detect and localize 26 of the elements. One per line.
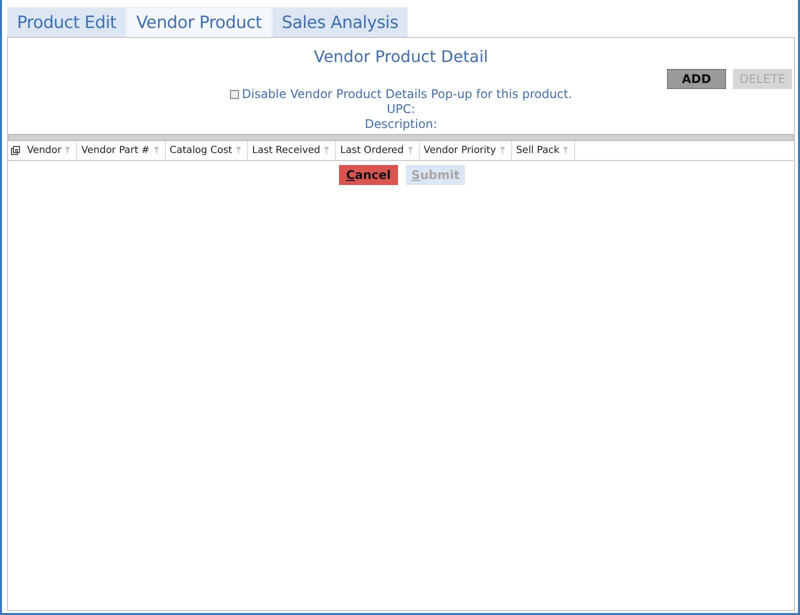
filter-icon[interactable] <box>324 146 332 154</box>
column-header[interactable]: Vendor Priority <box>424 145 496 156</box>
filter-icon[interactable] <box>408 146 415 154</box>
filter-icon[interactable] <box>500 146 508 154</box>
checkbox[interactable] <box>230 90 239 99</box>
filter-icon[interactable] <box>65 146 72 154</box>
field-label: UPC: <box>386 102 416 117</box>
checkbox-label: Disable Vendor Product Details Pop-up for this product. <box>242 87 572 102</box>
filter-icon[interactable] <box>154 146 161 154</box>
panel-title: Vendor Product Detail <box>312 46 490 68</box>
column-chooser-icon[interactable] <box>11 146 20 155</box>
column-header[interactable]: Last Received <box>252 145 320 156</box>
column-header[interactable]: Sell Pack <box>516 145 560 156</box>
cancel-button[interactable]: Cancel <box>339 165 398 185</box>
column-header[interactable]: Last Ordered <box>340 145 404 156</box>
field-label: Description: <box>364 117 438 132</box>
column-header[interactable]: Catalog Cost <box>170 145 232 156</box>
filter-icon[interactable] <box>236 146 244 154</box>
action-button[interactable]: ADD <box>667 69 726 89</box>
tab[interactable]: Sales Analysis <box>272 7 408 37</box>
column-header[interactable]: Vendor <box>27 145 62 156</box>
column-header[interactable]: Vendor Part # <box>81 145 150 156</box>
splitter-bar[interactable] <box>8 134 794 141</box>
filter-icon[interactable] <box>563 146 570 154</box>
tab[interactable]: Vendor Product <box>126 7 272 37</box>
tab[interactable]: Product Edit <box>7 7 126 37</box>
